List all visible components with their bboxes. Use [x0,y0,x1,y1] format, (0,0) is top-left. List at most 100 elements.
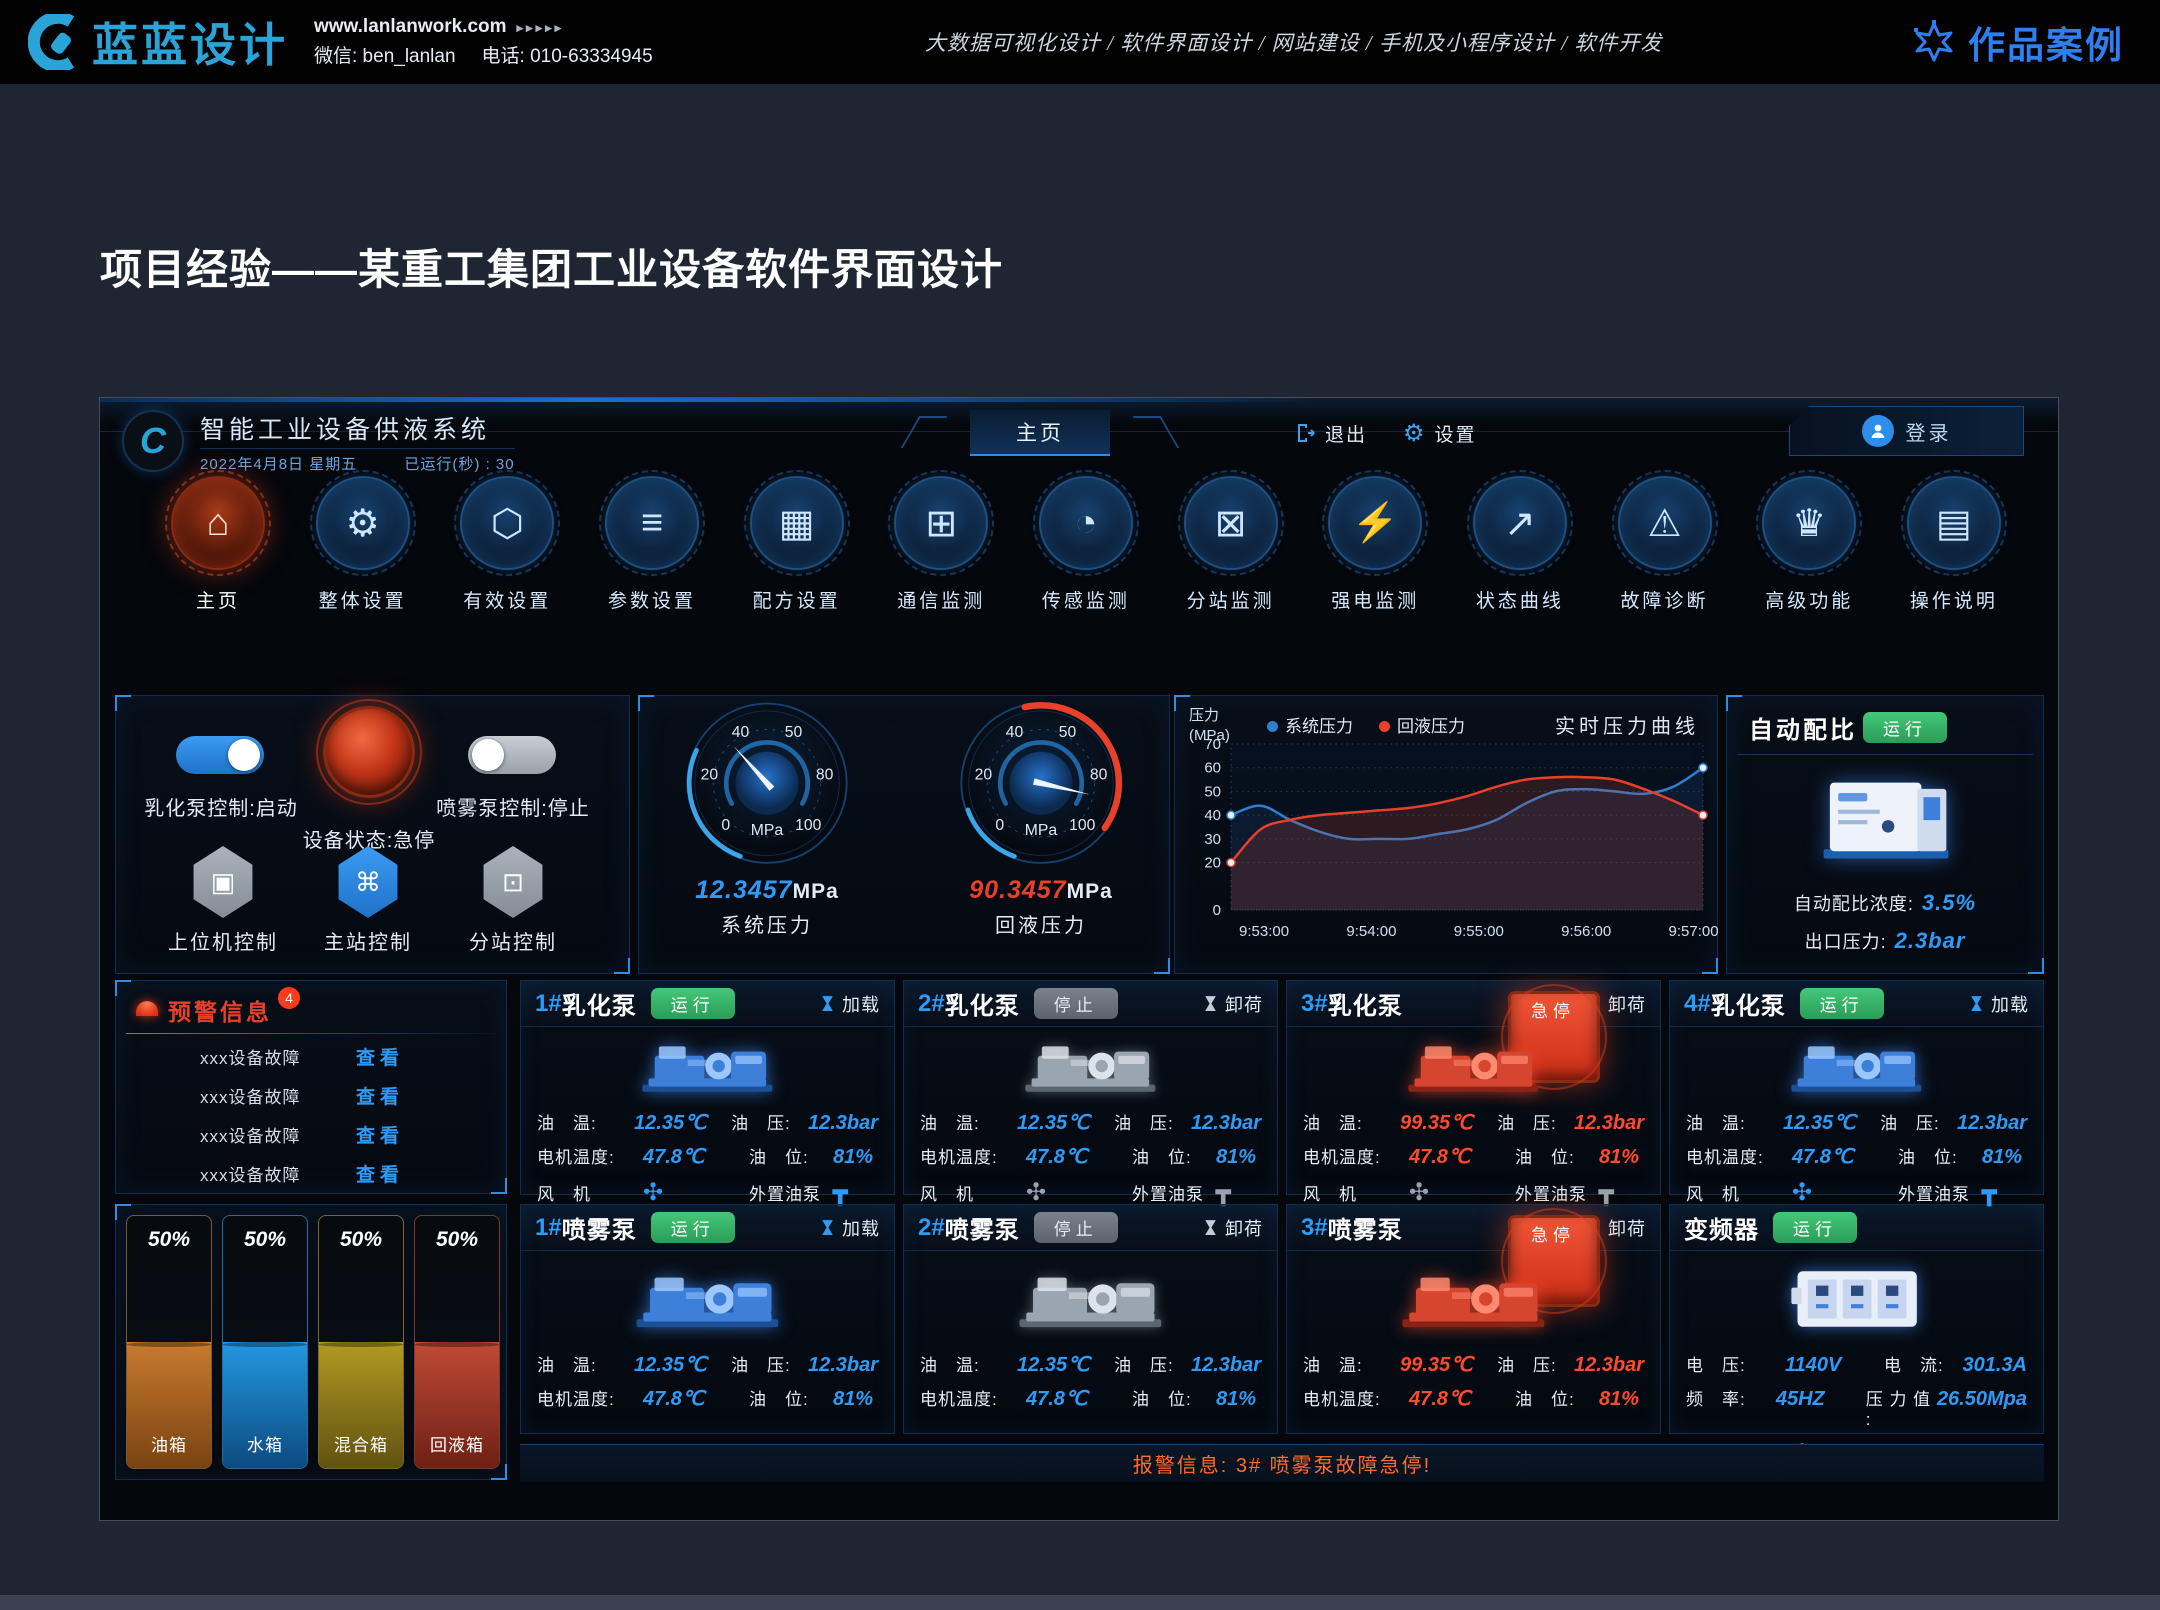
lanlan-logo-icon [28,14,84,70]
tank-percent: 50% [319,1228,403,1252]
services-nav[interactable]: 大数据可视化设计 / 软件界面设计 / 网站建设 / 手机及小程序设计 / 软件… [925,0,1662,84]
tab-home[interactable]: 主页 [970,410,1110,456]
metric-value: 81% [1216,1146,1261,1169]
metric-label: 油 压: [1497,1351,1574,1376]
nav-circle[interactable]: ⬡ [460,476,554,570]
nav-item[interactable]: ≡ 参数设置 [592,476,712,658]
gear-icon: ⚙ [346,501,380,546]
pump-action-button[interactable]: 卸荷 [1204,991,1263,1017]
control-panel: 乳化泵控制:启动 设备状态:急停 喷雾泵控制:停止 ▣ ⌘ ⊡ 上位机控制 主站… [115,695,630,974]
nav-circle[interactable]: ⌂ [171,476,265,570]
nav-item[interactable]: ⌂ 主页 [158,476,278,658]
pump-action-button[interactable]: 加载 [821,991,880,1017]
svg-text:9:53:00: 9:53:00 [1239,923,1289,940]
metric-value: 99.35℃ [1400,1110,1497,1135]
nav-label: 通信监测 [897,586,985,613]
spray-pump-toggle[interactable] [468,736,556,774]
wechat: 微信: ben_lanlan [314,46,456,67]
portfolio-link[interactable]: 作品案例 [1912,0,2124,84]
nav-circle[interactable]: ▤ [1907,476,2001,570]
fan-label: 风 机 [1303,1180,1409,1205]
nav-item[interactable]: ⊠ 分站监测 [1171,476,1291,658]
pump-name: 喷雾泵 [562,1210,637,1245]
fan-label: 风 机 [920,1180,1026,1205]
nav-circle[interactable]: ▦ [750,476,844,570]
warning-panel: 预警信息 4 xxx设备故障 查看 xxx设备故障 查看 xxx设备故障 查看 … [115,980,507,1194]
nav-label: 参数设置 [608,586,696,613]
substation-label: 分站控制 [423,926,603,955]
ext-pump-label: 外置油泵 [749,1180,833,1205]
nav-circle[interactable]: ⊠ [1184,476,1278,570]
gauge-value: 12.3457 [695,876,792,904]
nav-item[interactable]: ♛ 高级功能 [1749,476,1869,658]
nav-item[interactable]: ⚙ 整体设置 [303,476,423,658]
nav-item[interactable]: ▤ 操作说明 [1894,476,2014,658]
metric-value: 12.35℃ [634,1110,731,1135]
pump-action-button[interactable]: 卸荷 [1204,1215,1263,1241]
warning-row: xxx设备故障 查看 [116,1115,506,1154]
pump-icon: ┳ [833,1181,847,1205]
pump-card-header: 3# 喷雾泵 急停 卸荷 [1287,1205,1660,1251]
warning-view-link[interactable]: 查看 [356,1160,404,1187]
svg-text:20: 20 [701,767,719,784]
metric-label: 油 温: [920,1351,1017,1376]
master-station-button[interactable]: ⌘ [336,846,400,918]
warning-view-link[interactable]: 查看 [356,1043,404,1070]
metric-value: 47.8℃ [643,1386,749,1411]
nav-circle[interactable]: ◔ [1039,476,1133,570]
substation-button[interactable]: ⊡ [481,846,545,918]
nav-item[interactable]: ⚠ 故障诊断 [1605,476,1725,658]
metric-value: 81% [1599,1146,1644,1169]
tank-name: 回液箱 [415,1431,499,1456]
login-button[interactable]: 登录 [1789,406,2024,456]
svg-text:100: 100 [795,817,822,834]
nav-item[interactable]: ↗ 状态曲线 [1460,476,1580,658]
nav-item[interactable]: ⊞ 通信监测 [881,476,1001,658]
metric-label: 电机温度: [1303,1385,1409,1410]
nav-circle[interactable]: ⚠ [1618,476,1712,570]
pump-card: 1# 喷雾泵 运行 加载 油 温: 12.35℃ 油 压: 12.3bar 电机… [520,1204,895,1434]
emergency-stop-button[interactable] [323,706,415,798]
auto-ratio-status-badge: 运行 [1863,712,1947,743]
nav-label: 操作说明 [1910,586,1998,613]
pump-status-badge: 运行 [1800,988,1884,1019]
metric-label: 油 位: [1898,1143,1982,1168]
metric-label: 频 率: [1686,1385,1776,1410]
nav-item[interactable]: ◔ 传感监测 [1026,476,1146,658]
pump-action-button[interactable]: 加载 [821,1215,880,1241]
settings-button[interactable]: ⚙ 设置 [1403,419,1477,448]
nav-item[interactable]: ⚡ 强电监测 [1315,476,1435,658]
metric-value: 81% [1216,1388,1261,1411]
emulsion-pump-toggle[interactable] [176,736,264,774]
nav-circle[interactable]: ⊞ [894,476,988,570]
warning-view-link[interactable]: 查看 [356,1082,404,1109]
host-control-button[interactable]: ▣ [191,846,255,918]
warning-text: xxx设备故障 [200,1161,356,1186]
metric-value: 12.3bar [1574,1354,1644,1377]
return-pressure-gauge: 020405080100 MPa 90.3457MPa 回液压力 [923,698,1159,938]
logout-button[interactable]: 退出 [1295,420,1367,447]
metric-label: 电机温度: [537,1385,643,1410]
substation-monitor-icon: ⊠ [1215,501,1247,546]
nav-circle[interactable]: ♛ [1762,476,1856,570]
nav-circle[interactable]: ↗ [1473,476,1567,570]
nav-circle[interactable]: ⚙ [316,476,410,570]
nav-circle[interactable]: ⚡ [1328,476,1422,570]
warning-view-link[interactable]: 查看 [356,1121,404,1148]
pump-image [904,1251,1277,1347]
svg-text:MPa: MPa [751,822,784,839]
nav-circle[interactable]: ≡ [605,476,699,570]
svg-text:9:55:00: 9:55:00 [1454,923,1504,940]
pump-id: 4# [1684,990,1711,1018]
nav-item[interactable]: ⬡ 有效设置 [447,476,567,658]
metric-value: 12.3bar [808,1354,878,1377]
power-icon: ⚡ [1352,501,1399,545]
pump-id: 1# [535,1214,562,1242]
logo-text: 蓝蓝设计 [92,9,288,75]
svg-text:9:56:00: 9:56:00 [1561,923,1611,940]
tank-name: 水箱 [223,1431,307,1456]
metric-label: 油 位: [749,1385,833,1410]
svg-text:9:57:00: 9:57:00 [1669,923,1719,940]
pump-action-button[interactable]: 加载 [1970,991,2029,1017]
nav-item[interactable]: ▦ 配方设置 [737,476,857,658]
